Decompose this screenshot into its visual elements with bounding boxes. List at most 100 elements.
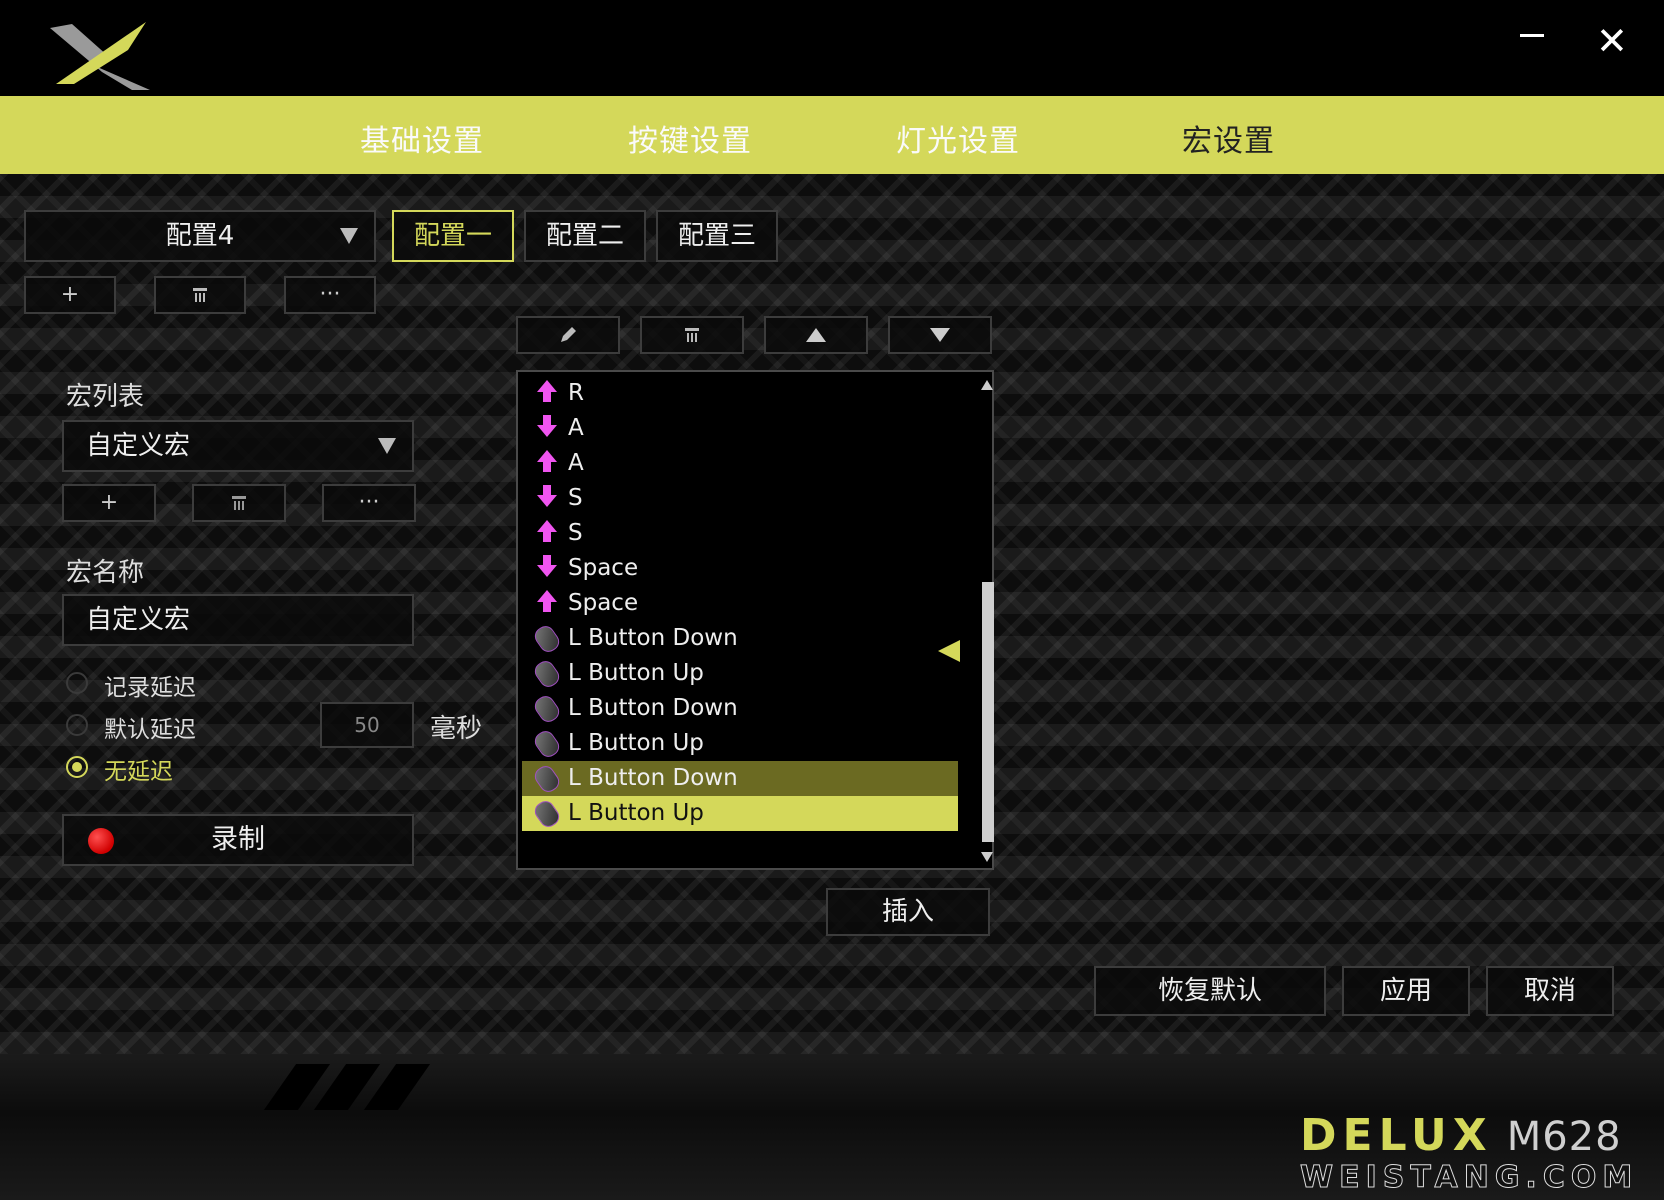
tab-basic-settings[interactable]: 基础设置: [360, 116, 484, 160]
brand-name: DELUX: [1300, 1110, 1493, 1161]
profile-selected: 配置4: [165, 221, 235, 251]
key-down-arrow-icon: [534, 485, 560, 511]
profile-more-button[interactable]: ···: [284, 276, 376, 314]
tab-key-settings[interactable]: 按键设置: [628, 116, 752, 160]
config-tab-1[interactable]: 配置一: [392, 210, 514, 262]
radio-default-delay[interactable]: [66, 714, 88, 736]
macro-event-label: S: [568, 520, 583, 546]
profile-dropdown[interactable]: 配置4: [24, 210, 376, 262]
macro-event-row[interactable]: L Button Down: [522, 621, 958, 656]
delete-event-button[interactable]: [640, 316, 744, 354]
macro-event-label: A: [568, 450, 584, 476]
macro-event-row[interactable]: L Button Down: [522, 691, 958, 726]
edit-icon: [561, 327, 576, 342]
scroll-up-icon[interactable]: [981, 380, 993, 390]
mouse-icon: [531, 727, 563, 761]
tab-light-settings[interactable]: 灯光设置: [896, 116, 1020, 160]
config-tab-3[interactable]: 配置三: [656, 210, 778, 262]
config-tab-2[interactable]: 配置二: [524, 210, 646, 262]
top-nav: 基础设置 按键设置 灯光设置 宏设置: [0, 96, 1664, 174]
macro-name-input[interactable]: 自定义宏: [62, 594, 414, 646]
macro-event-row[interactable]: L Button Up: [522, 656, 958, 691]
tab-macro-settings[interactable]: 宏设置: [1182, 116, 1275, 160]
macro-event-row[interactable]: Space: [522, 586, 958, 621]
macro-event-row[interactable]: Space: [522, 551, 958, 586]
macro-event-label: Space: [568, 555, 639, 581]
chevron-down-icon: [378, 438, 396, 454]
macro-event-label: A: [568, 415, 584, 441]
trash-icon: [193, 288, 207, 302]
close-icon[interactable]: ✕: [1596, 22, 1628, 60]
macro-event-label: L Button Down: [568, 695, 738, 721]
macro-event-row[interactable]: S: [522, 481, 958, 516]
decorative-stripes: [260, 1064, 460, 1114]
mouse-icon: [531, 657, 563, 691]
trash-icon: [232, 496, 246, 510]
profile-delete-button[interactable]: [154, 276, 246, 314]
scroll-thumb[interactable]: [982, 582, 994, 842]
mouse-icon: [531, 692, 563, 726]
macro-more-button[interactable]: ···: [322, 484, 416, 522]
watermark: WEISTANG.COM: [1299, 1160, 1639, 1196]
macro-event-label: L Button Down: [568, 625, 738, 651]
macro-event-row[interactable]: R: [522, 376, 958, 411]
record-icon: [88, 828, 114, 854]
macro-event-list[interactable]: R A A S S Space Space L Button Down L Button Up L…: [516, 370, 994, 870]
radio-default-delay-label: 默认延迟: [104, 717, 196, 743]
minimize-icon[interactable]: [1520, 34, 1548, 40]
insert-position-marker-icon: [938, 640, 960, 662]
key-up-arrow-icon: [534, 520, 560, 546]
restore-default-button[interactable]: 恢复默认: [1094, 966, 1326, 1016]
key-down-arrow-icon: [534, 415, 560, 441]
mouse-icon: [531, 622, 563, 656]
apply-button[interactable]: 应用: [1342, 966, 1470, 1016]
macro-event-row[interactable]: A: [522, 411, 958, 446]
key-up-arrow-icon: [534, 380, 560, 406]
move-up-icon: [806, 328, 826, 342]
radio-no-delay-label: 无延迟: [104, 759, 173, 785]
radio-no-delay[interactable]: [66, 756, 88, 778]
move-down-icon: [930, 328, 950, 342]
delay-unit-label: 毫秒: [430, 714, 483, 744]
default-delay-input[interactable]: 50: [320, 702, 414, 748]
cancel-button[interactable]: 取消: [1486, 966, 1614, 1016]
key-down-arrow-icon: [534, 555, 560, 581]
macro-event-row[interactable]: L Button Up: [522, 726, 958, 761]
macro-event-label: L Button Up: [568, 660, 704, 686]
macro-list-title: 宏列表: [66, 382, 145, 412]
trash-icon: [685, 328, 699, 342]
macro-event-row[interactable]: L Button Up: [522, 796, 958, 831]
macro-name-title: 宏名称: [66, 558, 145, 588]
chevron-down-icon: [340, 228, 358, 244]
radio-record-delay[interactable]: [66, 672, 88, 694]
record-label: 录制: [211, 824, 265, 855]
macro-list-dropdown[interactable]: 自定义宏: [62, 420, 414, 472]
macro-event-label: Space: [568, 590, 639, 616]
insert-button[interactable]: 插入: [826, 888, 990, 936]
macro-event-row[interactable]: S: [522, 516, 958, 551]
title-bar: ✕: [0, 0, 1664, 96]
move-up-button[interactable]: [764, 316, 868, 354]
macro-list-selected: 自定义宏: [86, 431, 191, 461]
macro-event-row[interactable]: L Button Down: [522, 761, 958, 796]
macro-event-label: S: [568, 485, 583, 511]
mouse-icon: [531, 762, 563, 796]
scroll-down-icon[interactable]: [981, 852, 993, 862]
record-button[interactable]: 录制: [62, 814, 414, 866]
brand-logo: DELUX M628: [1300, 1110, 1622, 1161]
macro-event-label: L Button Up: [568, 800, 704, 826]
mouse-icon: [531, 797, 563, 831]
macro-event-row[interactable]: A: [522, 446, 958, 481]
key-up-arrow-icon: [534, 450, 560, 476]
delux-logo: [50, 22, 150, 90]
macro-event-label: R: [568, 380, 584, 406]
macro-add-button[interactable]: +: [62, 484, 156, 522]
macro-event-label: L Button Down: [568, 765, 738, 791]
macro-delete-button[interactable]: [192, 484, 286, 522]
macro-event-label: L Button Up: [568, 730, 704, 756]
brand-model: M628: [1506, 1114, 1622, 1160]
move-down-button[interactable]: [888, 316, 992, 354]
profile-add-button[interactable]: +: [24, 276, 116, 314]
edit-event-button[interactable]: [516, 316, 620, 354]
key-up-arrow-icon: [534, 590, 560, 616]
